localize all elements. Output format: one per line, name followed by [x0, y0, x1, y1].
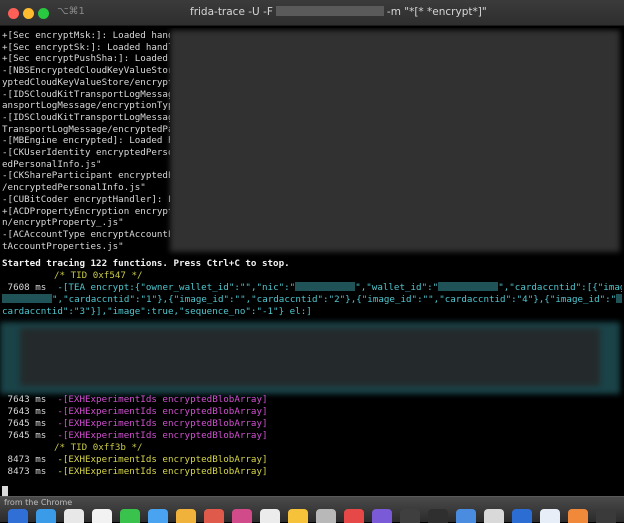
handler-line: -[ACAccountType encryptAccountProp: [2, 228, 170, 240]
exh-line: 7643 ms -[EXHExperimentIds encryptedBlob…: [2, 394, 622, 406]
timestamp: 7645 ms: [2, 430, 58, 441]
method-call: -[EXHExperimentIds encryptedBlobArray]: [57, 466, 268, 477]
method-call: -[EXHExperimentIds encryptedBlobArray]: [57, 430, 268, 441]
handler-line: ansportLogMessage/encryptionType.j: [2, 100, 170, 112]
handler-line: +[Sec encryptSk:]: Loaded handler: [2, 41, 170, 53]
handler-line: -[CKShareParticipant encryptedPers: [2, 170, 170, 182]
terminal-output[interactable]: +[Sec encryptMsk:]: Loaded handler+[Sec …: [0, 28, 624, 496]
title-prefix: frida-trace -U -F: [190, 6, 273, 18]
timestamp: 7645 ms: [2, 418, 58, 429]
tea-call-part-a: -[TEA encrypt:{"owner_wallet_id":"","nic…: [57, 282, 296, 293]
title-suffix: -m "*[* *encrypt*]": [386, 6, 487, 18]
method-call: -[EXHExperimentIds encryptedBlobArray]: [57, 394, 268, 405]
redaction: [616, 294, 622, 303]
timestamp: 7643 ms: [2, 394, 58, 405]
method-call: -[EXHExperimentIds encryptedBlobArray]: [57, 454, 268, 465]
timestamp: 7643 ms: [2, 406, 58, 417]
redaction: [295, 282, 356, 291]
handler-line: /encryptedPersonalInfo.js": [2, 182, 146, 194]
handler-line: -[NBSEncryptedCloudKeyValueStore e: [2, 65, 170, 77]
dock-app-icon[interactable]: [400, 509, 420, 523]
timestamp: 7608 ms: [2, 282, 47, 293]
dock-app-icon[interactable]: [36, 509, 56, 523]
dock-app-icon[interactable]: [484, 509, 504, 523]
dock-app-icon[interactable]: [372, 509, 392, 523]
dock: from the Chrome: [0, 496, 624, 523]
tid-comment-2: /* TID 0xff3b */: [54, 442, 143, 453]
dock-app-icon[interactable]: [176, 509, 196, 523]
terminal-cursor: [2, 486, 8, 496]
close-button[interactable]: [8, 8, 19, 19]
window-title: frida-trace -U -F -m "*[* *encrypt*]": [190, 6, 487, 18]
dock-app-icon[interactable]: [596, 509, 616, 523]
tea-call-part-b: ","wallet_id":": [355, 282, 439, 293]
handler-line: tAccountProperties.js": [2, 240, 124, 252]
redaction: [438, 282, 499, 291]
timestamp: 8473 ms: [2, 454, 58, 465]
dock-caption: from the Chrome: [4, 498, 73, 507]
handler-line: +[Sec encryptPushSha:]: Loaded han: [2, 53, 168, 65]
exh-line: 8473 ms -[EXHExperimentIds encryptedBlob…: [2, 454, 622, 466]
handler-line: -[MBEngine encrypted]: Loaded hand: [2, 135, 170, 147]
handler-line: TransportLogMessage/encryptedPaylo: [2, 123, 170, 135]
tracing-started-line: Started tracing 122 functions. Press Ctr…: [2, 258, 290, 269]
dock-app-icon[interactable]: [316, 509, 336, 523]
window-shortcut: ⌥⌘1: [57, 6, 85, 17]
dock-app-icon[interactable]: [344, 509, 364, 523]
dock-app-icon[interactable]: [456, 509, 476, 523]
handler-line: +[Sec encryptMsk:]: Loaded handler: [2, 30, 170, 41]
tea-encrypt-line-2: ","cardaccntid":"1"},{"image_id":"","car…: [2, 294, 622, 306]
dock-app-icon[interactable]: [148, 509, 168, 523]
tid-comment: /* TID 0xf547 */: [54, 270, 143, 281]
minimize-button[interactable]: [23, 8, 34, 19]
tea-encrypt-line-3: cardaccntid":"3"}],"image":true,"sequenc…: [2, 306, 312, 317]
dock-app-icon[interactable]: [64, 509, 84, 523]
title-bar[interactable]: ⌥⌘1 frida-trace -U -F -m "*[* *encrypt*]": [0, 0, 624, 26]
dock-app-icon[interactable]: [568, 509, 588, 523]
handler-line: -[IDSCloudKitTransportLogMessage e: [2, 88, 170, 100]
handler-line: edPersonalInfo.js": [2, 158, 102, 170]
dock-app-icon[interactable]: [512, 509, 532, 523]
handler-line: n/encryptProperty_.js": [2, 217, 124, 229]
dock-app-icon[interactable]: [428, 509, 448, 523]
method-call: -[EXHExperimentIds encryptedBlobArray]: [57, 418, 268, 429]
redaction-blur: [20, 328, 600, 386]
dock-app-icon[interactable]: [232, 509, 252, 523]
maximize-button[interactable]: [38, 8, 49, 19]
tea-call-part-c: ","cardaccntid":[{"image_id":": [498, 282, 622, 293]
exh-line: 8473 ms -[EXHExperimentIds encryptedBlob…: [2, 466, 622, 478]
timestamp: 8473 ms: [2, 466, 58, 477]
dock-app-icon[interactable]: [120, 509, 140, 523]
exh-line: 7643 ms -[EXHExperimentIds encryptedBlob…: [2, 406, 622, 418]
handler-line: -[CKUserIdentity encryptedPersonal: [2, 147, 170, 158]
exh-line: 7645 ms -[EXHExperimentIds encryptedBlob…: [2, 430, 622, 442]
redaction-blur: [170, 30, 620, 252]
handler-line: -[CUBitCoder encryptHandler]: Load: [2, 193, 170, 205]
dock-app-icon[interactable]: [204, 509, 224, 523]
terminal-window: ⌥⌘1 frida-trace -U -F -m "*[* *encrypt*]"…: [0, 0, 624, 523]
dock-app-icon[interactable]: [288, 509, 308, 523]
dock-app-icon[interactable]: [260, 509, 280, 523]
dock-app-icon[interactable]: [8, 509, 28, 523]
method-call: -[EXHExperimentIds encryptedBlobArray]: [57, 406, 268, 417]
handler-line: -[IDSCloudKitTransportLogMessage e: [2, 111, 170, 123]
dock-app-icon[interactable]: [540, 509, 560, 523]
dock-app-icon[interactable]: [92, 509, 112, 523]
title-redaction: [275, 6, 384, 16]
exh-line: 7645 ms -[EXHExperimentIds encryptedBlob…: [2, 418, 622, 430]
tea-encrypt-line-1: 7608 ms -[TEA encrypt:{"owner_wallet_id"…: [2, 282, 622, 294]
handler-line: yptedCloudKeyValueStore/encryptPro: [2, 76, 170, 88]
tea-call-part-d: ","cardaccntid":"1"},{"image_id":"","car…: [52, 294, 617, 305]
handler-line: +[ACDPropertyEncryption encryptPro: [2, 205, 170, 217]
redaction: [2, 294, 52, 303]
